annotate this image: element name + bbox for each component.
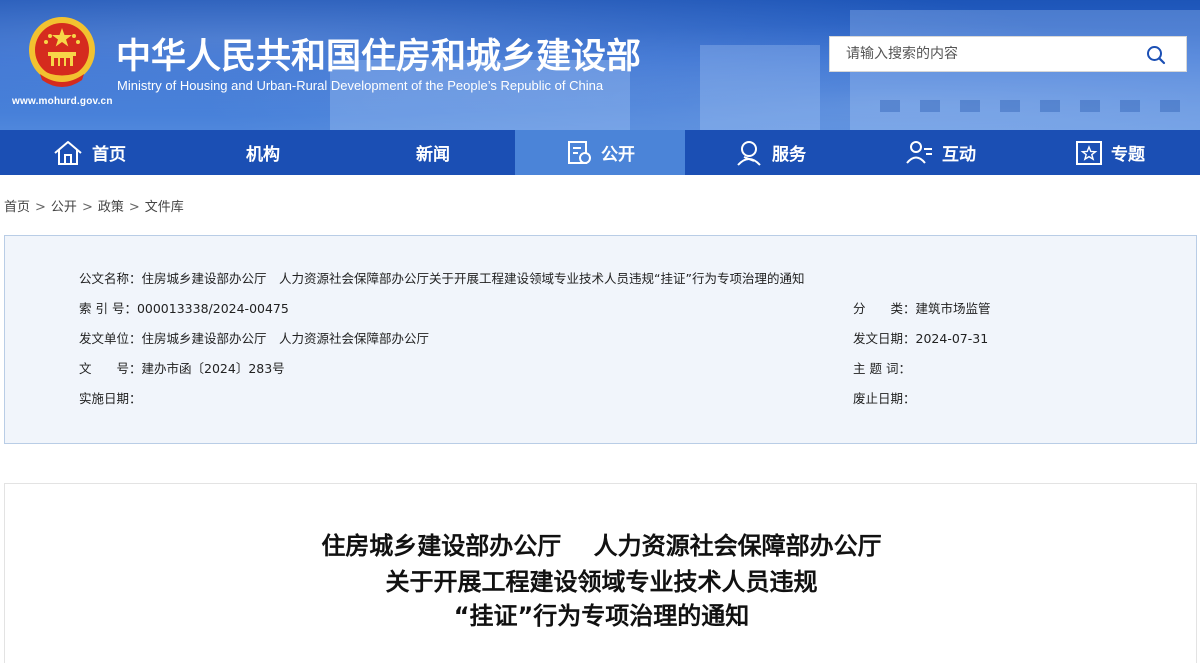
nav-label-interaction: 互动 — [942, 145, 976, 165]
site-url: www.mohurd.gov.cn — [12, 96, 113, 107]
nav-item-interaction[interactable]: 互动 — [855, 130, 1025, 175]
nav-item-home[interactable]: 首页 — [4, 130, 174, 175]
meta-issue-date: 发文日期：2024-07-31 — [853, 328, 988, 347]
meta-category-label: 分 类： — [853, 301, 916, 316]
meta-doc-name-label: 公文名称： — [79, 271, 142, 286]
nav-label-organization: 机构 — [246, 145, 280, 165]
nav-label-public: 公开 — [601, 145, 635, 165]
breadcrumb-home[interactable]: 首页 — [4, 200, 30, 215]
meta-index-value: 000013338/2024-00475 — [136, 301, 289, 316]
meta-index: 索 引 号：000013338/2024-00475 — [79, 298, 289, 317]
national-emblem-icon[interactable] — [26, 14, 98, 90]
banner-window — [1120, 100, 1140, 112]
banner-window — [1160, 100, 1180, 112]
meta-doc-no-value: 建办市函〔2024〕283号 — [141, 361, 285, 376]
article-title-line-3: “挂证”行为专项治理的通知 — [453, 602, 750, 630]
meta-effective-date-label: 实施日期： — [79, 391, 142, 406]
nav-label-home: 首页 — [92, 145, 126, 165]
banner-window — [1080, 100, 1100, 112]
meta-issuer-label: 发文单位： — [79, 331, 142, 346]
nav-label-news: 新闻 — [416, 145, 450, 165]
document-meta-panel: 公文名称：住房城乡建设部办公厅 人力资源社会保障部办公厅关于开展工程建设领域专业… — [4, 235, 1197, 444]
banner-window — [960, 100, 980, 112]
site-title-cn[interactable]: 中华人民共和国住房和城乡建设部 — [116, 28, 641, 79]
meta-doc-no: 文 号：建办市函〔2024〕283号 — [79, 358, 285, 377]
nav-item-public[interactable]: 公开 — [515, 130, 685, 175]
nav-item-topics[interactable]: 专题 — [1025, 130, 1195, 175]
meta-issue-date-label: 发文日期： — [853, 331, 916, 346]
banner-window — [1000, 100, 1020, 112]
breadcrumb-separator: > — [81, 200, 93, 215]
meta-keywords: 主 题 词： — [853, 358, 911, 377]
meta-keywords-label: 主 题 词： — [853, 361, 911, 376]
search-icon[interactable] — [1146, 45, 1166, 65]
header-banner: www.mohurd.gov.cn 中华人民共和国住房和城乡建设部 Minist… — [0, 0, 1200, 130]
search-input[interactable] — [830, 37, 1146, 71]
search-box — [829, 36, 1187, 72]
article-title-line-2: 关于开展工程建设领域专业技术人员违规 — [385, 568, 818, 596]
meta-effective-date: 实施日期： — [79, 388, 142, 407]
breadcrumb-separator: > — [35, 200, 46, 215]
star-box-icon — [1076, 140, 1102, 165]
home-icon — [54, 140, 82, 165]
banner-window — [920, 100, 940, 112]
meta-issue-date-value: 2024-07-31 — [915, 331, 989, 346]
article-content: 住房城乡建设部办公厅 人力资源社会保障部办公厅 关于开展工程建设领域专业技术人员… — [4, 483, 1197, 663]
banner-building — [700, 45, 820, 130]
meta-doc-name-value: 住房城乡建设部办公厅 人力资源社会保障部办公厅关于开展工程建设领域专业技术人员违… — [141, 271, 805, 286]
meta-doc-no-label: 文 号： — [79, 361, 142, 376]
banner-window — [880, 100, 900, 112]
main-nav: 首页 机构 新闻 公开 服务 互动 专题 — [0, 130, 1200, 175]
breadcrumb-public[interactable]: 公开 — [51, 200, 77, 215]
breadcrumb-file-library[interactable]: 文件库 — [145, 200, 184, 215]
meta-category-value: 建筑市场监管 — [915, 301, 991, 316]
nav-label-topics: 专题 — [1111, 145, 1145, 165]
meta-expire-date-label: 废止日期： — [853, 391, 916, 406]
meta-category: 分 类：建筑市场监管 — [853, 298, 991, 317]
article-title-line-1: 住房城乡建设部办公厅 人力资源社会保障部办公厅 — [321, 532, 882, 560]
meta-index-label: 索 引 号： — [79, 301, 137, 316]
nav-item-service[interactable]: 服务 — [685, 130, 855, 175]
meta-issuer-value: 住房城乡建设部办公厅 人力资源社会保障部办公厅 — [141, 331, 430, 346]
breadcrumb-separator: > — [128, 200, 140, 215]
nav-item-organization[interactable]: 机构 — [178, 130, 348, 175]
interaction-icon — [906, 140, 932, 164]
nav-label-service: 服务 — [772, 145, 806, 165]
meta-issuer: 发文单位：住房城乡建设部办公厅 人力资源社会保障部办公厅 — [79, 328, 429, 347]
breadcrumb-policy[interactable]: 政策 — [98, 200, 124, 215]
banner-window — [1040, 100, 1060, 112]
meta-expire-date: 废止日期： — [853, 388, 916, 407]
meta-doc-name: 公文名称：住房城乡建设部办公厅 人力资源社会保障部办公厅关于开展工程建设领域专业… — [79, 268, 804, 287]
service-icon — [737, 140, 761, 166]
nav-item-news[interactable]: 新闻 — [348, 130, 518, 175]
document-icon — [568, 140, 591, 164]
site-title-en: Ministry of Housing and Urban-Rural Deve… — [117, 78, 604, 93]
breadcrumb: 首页 > 公开 > 政策 > 文件库 — [4, 196, 184, 215]
